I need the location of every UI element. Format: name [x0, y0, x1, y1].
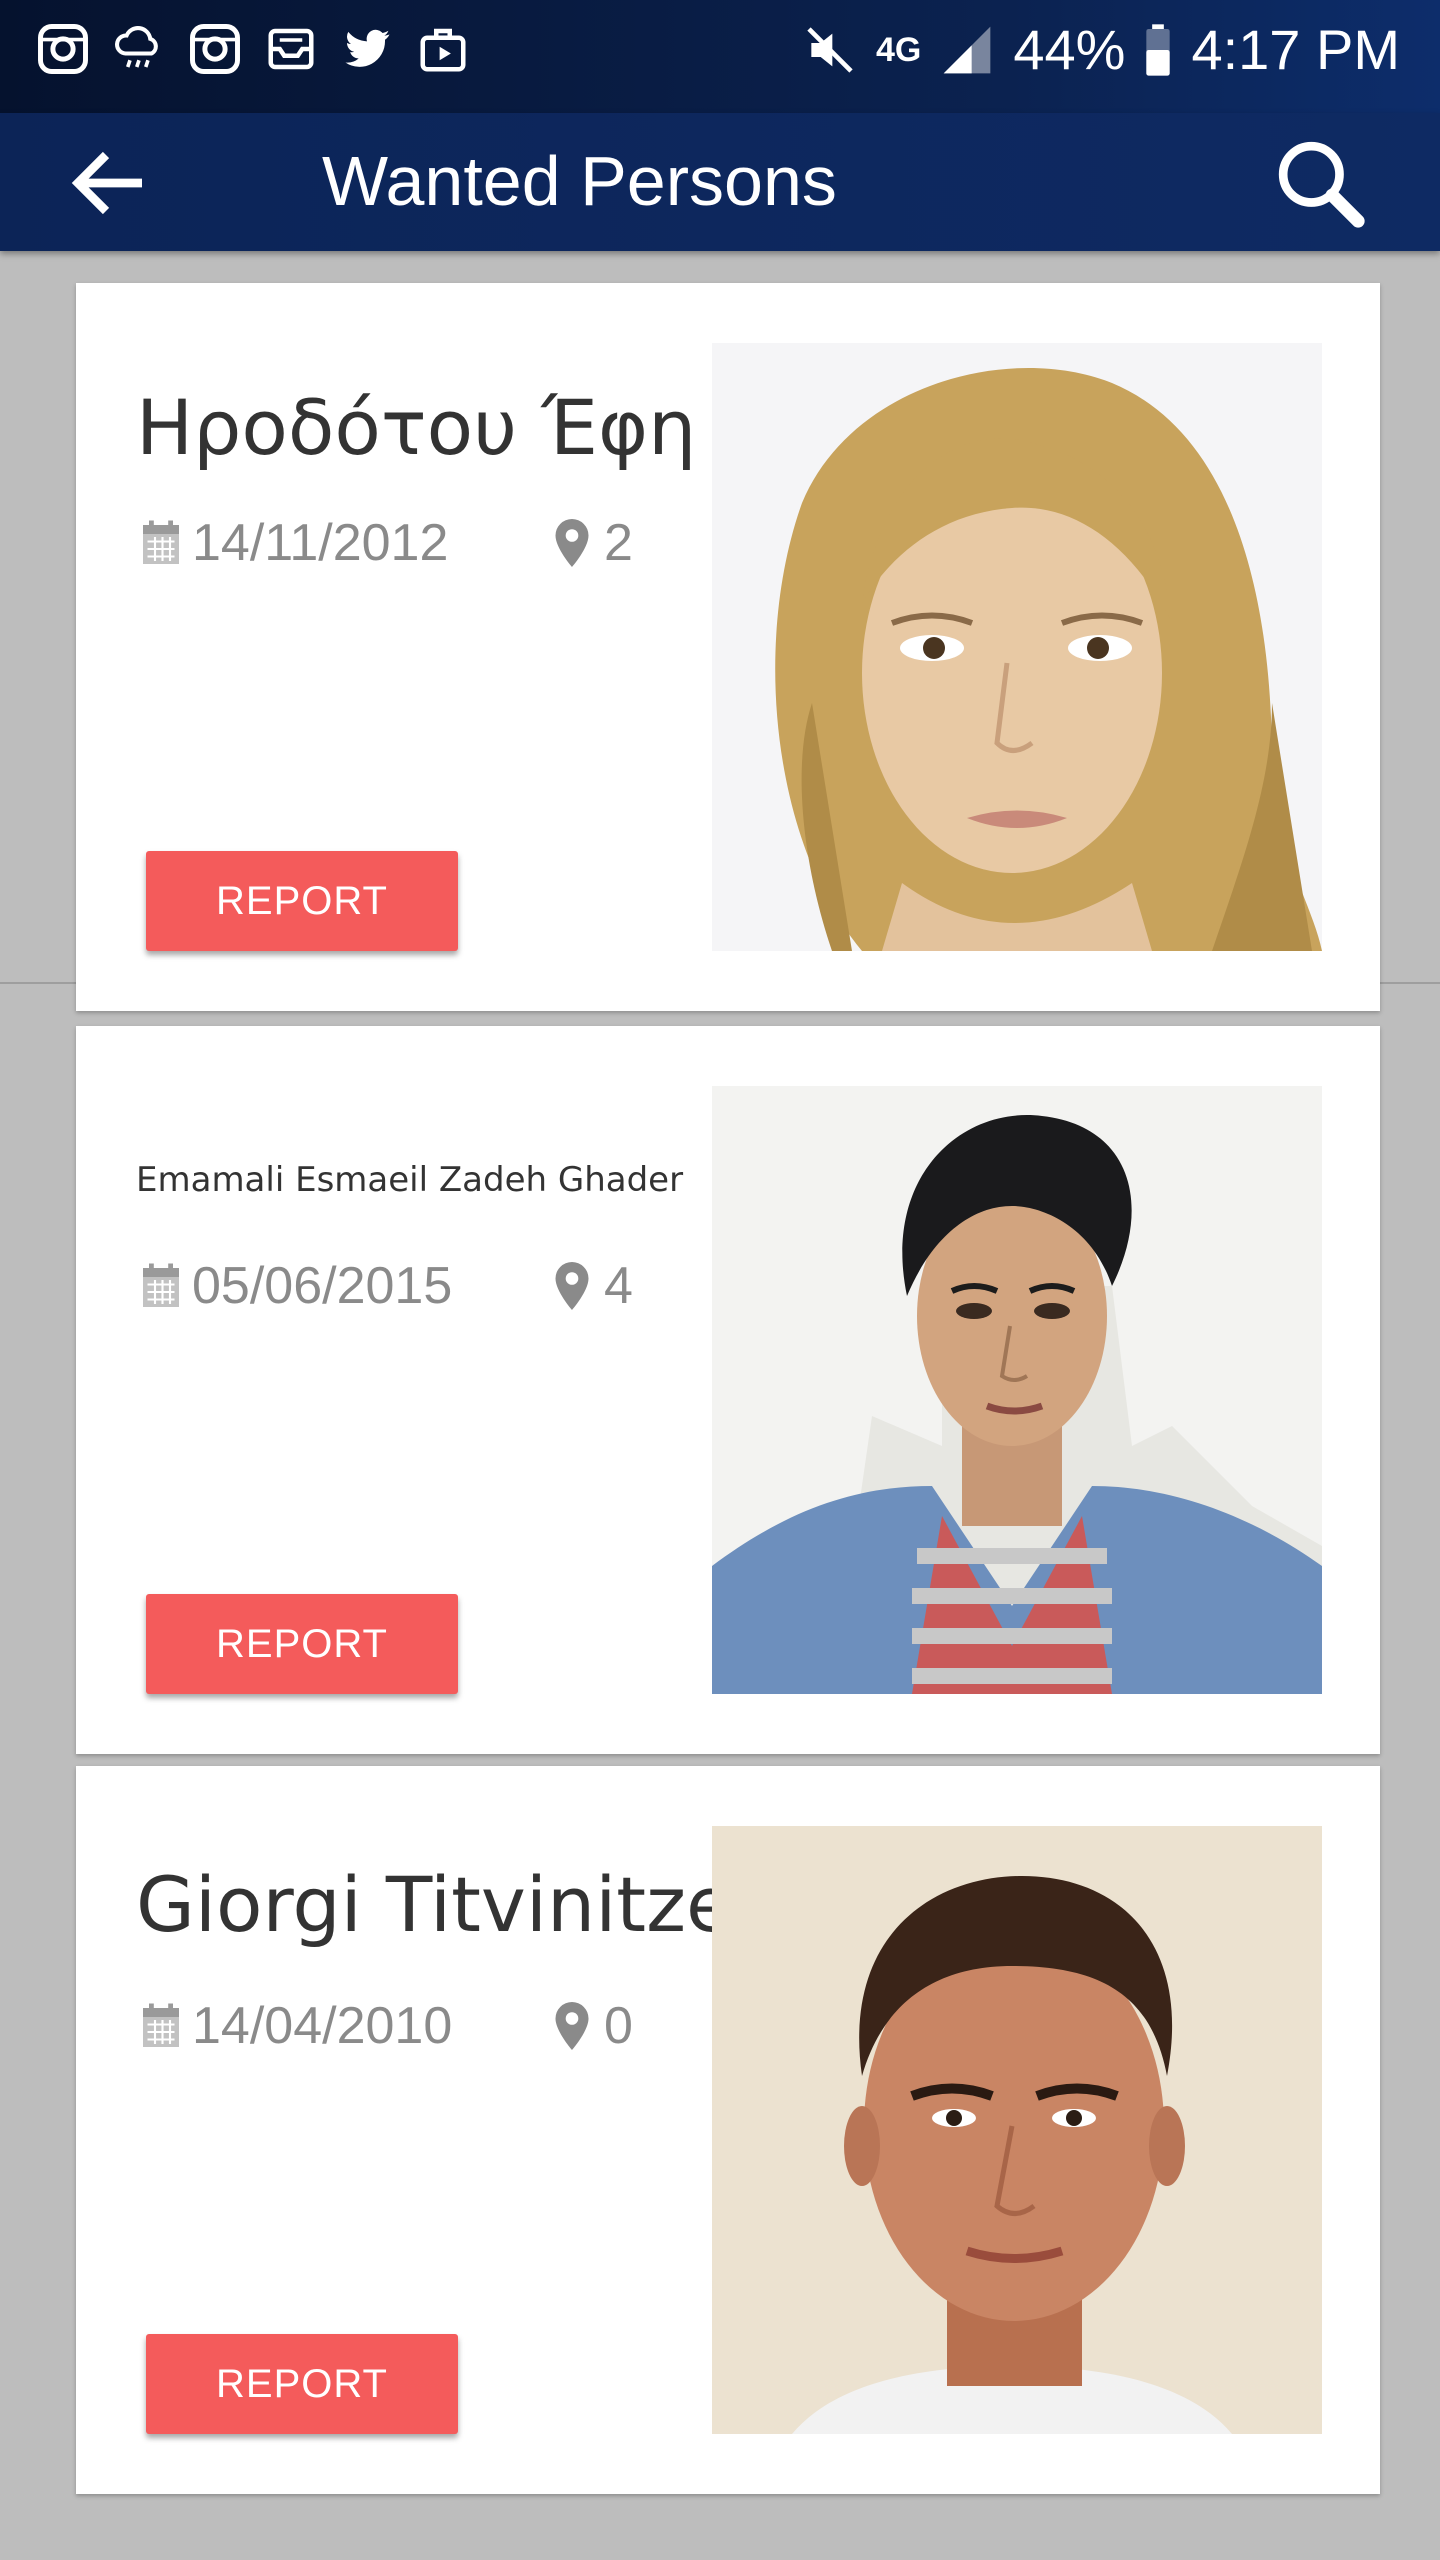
person-meta: 14/04/2010 0: [140, 1996, 633, 2056]
search-icon: [1278, 141, 1365, 228]
twitter-icon: [345, 29, 390, 67]
location-count: 2: [604, 514, 633, 572]
report-date: 05/06/2015: [192, 1257, 453, 1315]
location-info: 2: [554, 513, 633, 573]
location-info: 0: [554, 1996, 633, 2056]
report-date: 14/04/2010: [192, 1997, 453, 2055]
cloud-rain-icon: [115, 26, 158, 68]
location-count: 4: [604, 1257, 633, 1315]
calendar-icon: [143, 2003, 179, 2047]
battery-percent: 44%: [1013, 18, 1126, 81]
person-photo: [712, 343, 1322, 951]
calendar-icon: [143, 1263, 179, 1307]
battery-icon: [1146, 24, 1171, 76]
person-photo: [712, 1826, 1322, 2434]
mute-icon: [807, 27, 853, 73]
location-pin-icon: [555, 2002, 589, 2050]
signal-icon: [944, 26, 991, 74]
search-button[interactable]: [1268, 131, 1372, 235]
mail-icon: [268, 28, 314, 70]
person-meta: 05/06/2015 4: [140, 1256, 633, 1316]
instagram-icon: [190, 24, 240, 74]
location-info: 4: [554, 1256, 633, 1316]
instagram-icon: [38, 24, 88, 74]
calendar-icon: [143, 520, 179, 564]
system-status: 4G 44% 4:17 PM: [802, 18, 1400, 82]
location-pin-icon: [555, 519, 589, 567]
person-card[interactable]: Giorgi Titvinitze 14/04/2010 0 REPORT: [76, 1766, 1380, 2494]
status-bar: 4G 44% 4:17 PM: [0, 0, 1440, 113]
clock: 4:17 PM: [1191, 18, 1400, 81]
person-name: Emamali Esmaeil Zadeh Ghader: [136, 1160, 684, 1200]
person-card[interactable]: Ηροδότου Έφη 14/11/2012 2 REPORT: [76, 283, 1380, 1011]
page-title: Wanted Persons: [322, 142, 837, 220]
person-meta: 14/11/2012 2: [140, 513, 633, 573]
person-photo: [712, 1086, 1322, 1694]
location-count: 0: [604, 1997, 633, 2055]
notification-icons: [36, 22, 470, 76]
person-name: Ηροδότου Έφη: [136, 383, 697, 472]
app-bar: Wanted Persons: [0, 113, 1440, 251]
back-button[interactable]: [62, 135, 158, 231]
network-type: 4G: [875, 31, 922, 69]
location-pin-icon: [555, 1262, 589, 1310]
report-date: 14/11/2012: [192, 514, 449, 572]
arrow-back-icon: [71, 151, 142, 215]
person-card[interactable]: Emamali Esmaeil Zadeh Ghader 05/06/2015 …: [76, 1026, 1380, 1754]
briefcase-play-icon: [420, 28, 466, 72]
report-button[interactable]: REPORT: [146, 2334, 458, 2434]
person-name: Giorgi Titvinitze: [136, 1860, 733, 1949]
report-button[interactable]: REPORT: [146, 1594, 458, 1694]
report-button[interactable]: REPORT: [146, 851, 458, 951]
